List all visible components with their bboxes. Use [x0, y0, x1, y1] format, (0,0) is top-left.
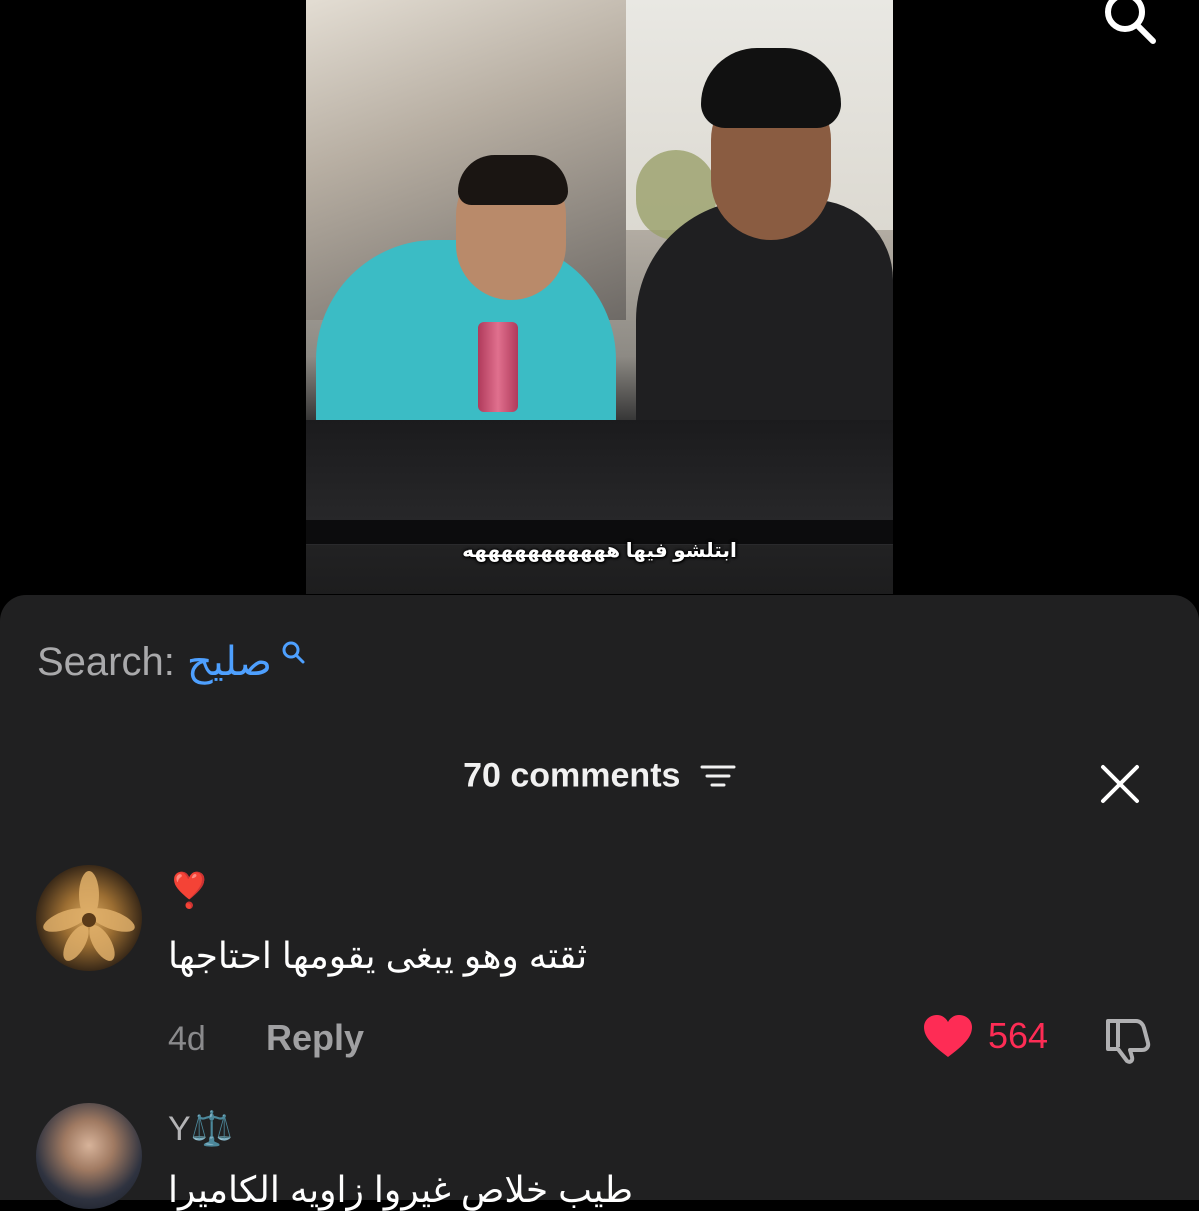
- comment-age: 4d: [168, 1020, 206, 1058]
- search-icon[interactable]: [1099, 0, 1159, 46]
- heart-icon: [924, 1015, 972, 1057]
- search-icon: [282, 641, 305, 664]
- video-person-left-hair: [458, 155, 568, 205]
- comment-text: ثقته وهو يبغى يقومها احتاجها: [168, 935, 588, 976]
- avatar[interactable]: [36, 1103, 142, 1209]
- comment-username[interactable]: Y⚖️: [168, 1109, 233, 1149]
- search-term-link[interactable]: صليح: [187, 639, 272, 685]
- reply-button[interactable]: Reply: [266, 1017, 364, 1059]
- comments-count: 70 comments: [463, 756, 681, 795]
- close-icon[interactable]: [1099, 763, 1141, 805]
- dislike-icon[interactable]: [1100, 1015, 1156, 1065]
- comments-header: 70 comments: [0, 755, 1199, 796]
- avatar[interactable]: [36, 865, 142, 971]
- video-subtitle: ابتلشو فيها هههههههههههه: [462, 540, 737, 562]
- lily-flower-icon: [43, 871, 135, 961]
- like-count: 564: [988, 1015, 1049, 1056]
- sort-icon[interactable]: [700, 763, 736, 789]
- comments-sheet: Search: صليح 70 comments ❣️ ثقته وهو يبغ…: [0, 595, 1199, 1210]
- video-player[interactable]: ابتلشو فيها هههههههههههه: [306, 0, 893, 594]
- search-label: Search:: [37, 639, 175, 684]
- search-suggestion[interactable]: Search: صليح: [37, 639, 306, 685]
- comment-text: طيب خلاص غيروا زاويه الكاميرا: [168, 1169, 633, 1210]
- comment-username[interactable]: ❣️: [168, 871, 210, 911]
- like-button[interactable]: 564: [922, 1013, 1048, 1059]
- video-drink-can: [478, 322, 518, 412]
- video-person-right-hair: [701, 48, 841, 128]
